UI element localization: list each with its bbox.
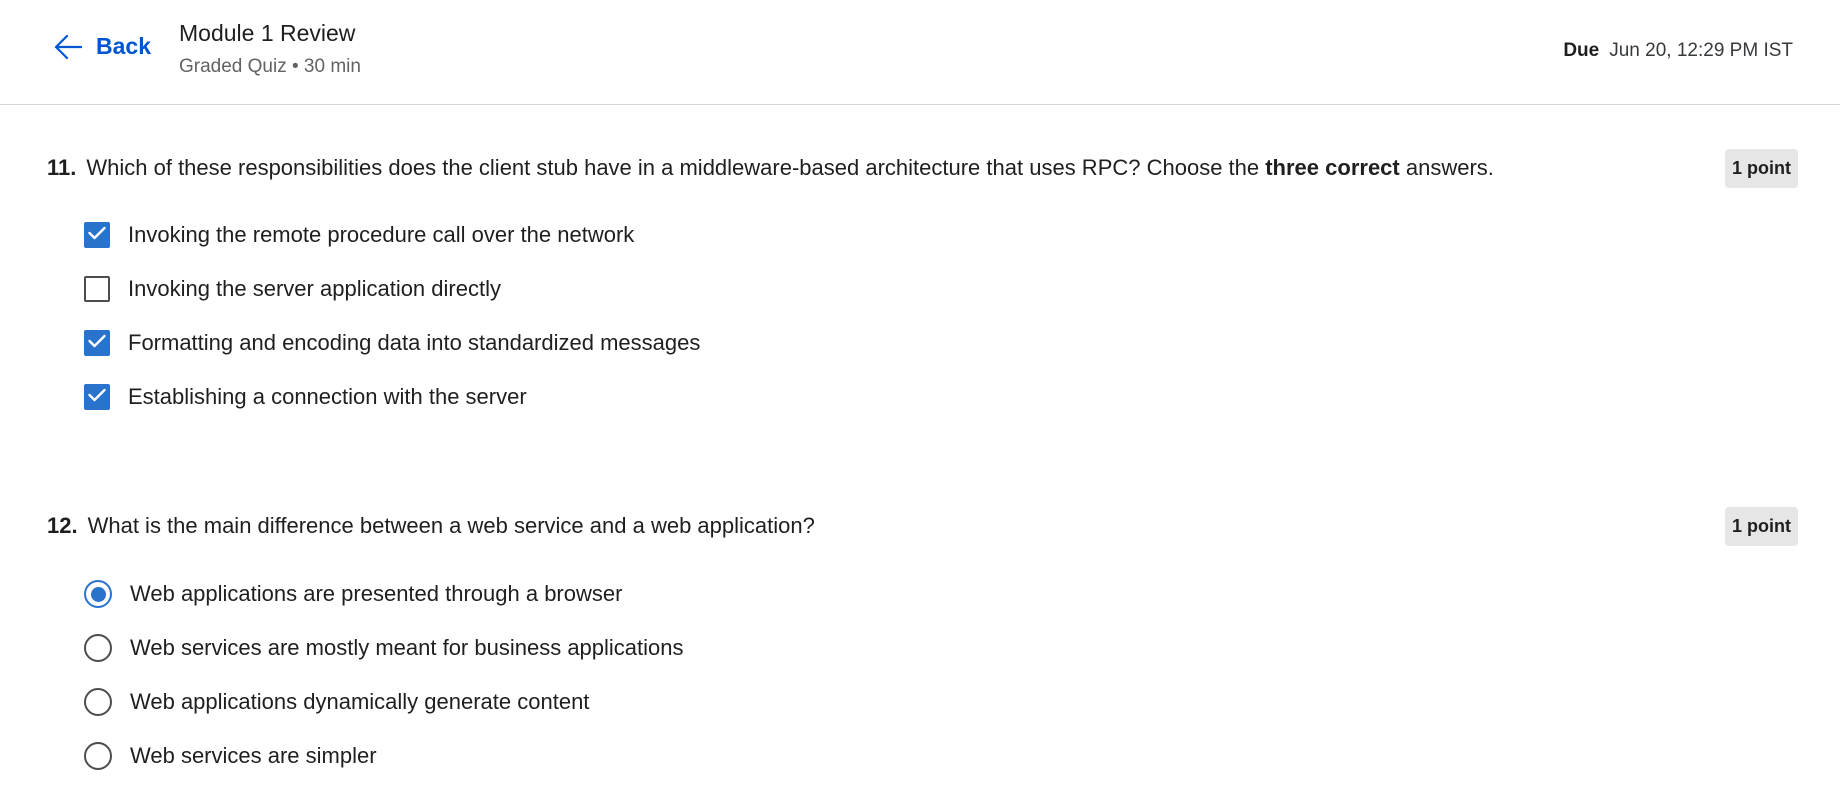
radio-unselected[interactable] — [84, 634, 112, 662]
option-label: Web services are mostly meant for busine… — [130, 635, 684, 660]
answer-option-checkbox[interactable]: Invoking the remote procedure call over … — [84, 220, 634, 250]
due-label: Due — [1563, 40, 1600, 61]
answer-option-radio[interactable]: Web applications are presented through a… — [84, 579, 622, 609]
radio-unselected[interactable] — [84, 688, 112, 716]
checkbox-checked[interactable] — [84, 222, 110, 248]
answer-option-checkbox[interactable]: Establishing a connection with the serve… — [84, 382, 527, 412]
question-number: 11. — [47, 155, 77, 180]
checkmark-icon — [88, 226, 106, 245]
question-text-emphasis: three correct — [1265, 155, 1400, 180]
question-prompt: 11. Which of these responsibilities does … — [47, 155, 1494, 181]
radio-dot — [90, 586, 106, 602]
question-number: 12. — [47, 513, 78, 538]
back-label: Back — [96, 33, 151, 59]
points-badge: 1 point — [1725, 507, 1798, 546]
option-label: Web applications are presented through a… — [130, 581, 623, 606]
radio-unselected[interactable] — [84, 742, 112, 770]
answer-option-radio[interactable]: Web services are simpler — [84, 741, 377, 771]
answer-option-checkbox[interactable]: Invoking the server application directly — [84, 274, 501, 304]
due-value: Jun 20, 12:29 PM IST — [1609, 40, 1793, 61]
answer-option-radio[interactable]: Web services are mostly meant for busine… — [84, 633, 684, 663]
question-text-part: answers. — [1399, 155, 1494, 180]
points-badge: 1 point — [1725, 149, 1798, 188]
checkbox-checked[interactable] — [84, 384, 110, 410]
question-prompt: 12. What is the main difference between a… — [47, 513, 815, 539]
page-title: Module 1 Review — [179, 20, 356, 46]
checkbox-checked[interactable] — [84, 330, 110, 356]
checkbox-unchecked[interactable] — [84, 276, 110, 302]
option-label: Establishing a connection with the serve… — [128, 384, 527, 409]
option-label: Web services are simpler — [130, 743, 377, 768]
option-label: Invoking the server application directly — [128, 276, 501, 301]
option-label: Invoking the remote procedure call over … — [128, 222, 635, 247]
back-button[interactable]: Back — [54, 33, 151, 60]
arrow-left-icon — [54, 34, 82, 60]
option-label: Web applications dynamically generate co… — [130, 689, 590, 714]
answer-option-checkbox[interactable]: Formatting and encoding data into standa… — [84, 328, 700, 358]
answer-option-radio[interactable]: Web applications dynamically generate co… — [84, 687, 589, 717]
question-text-part: Which of these responsibilities does the… — [86, 155, 1266, 180]
radio-selected[interactable] — [84, 580, 112, 608]
checkmark-icon — [88, 388, 106, 407]
quiz-header: Back Module 1 Review Graded Quiz • 30 mi… — [0, 0, 1840, 105]
option-label: Formatting and encoding data into standa… — [128, 330, 701, 355]
question-text: What is the main difference between a we… — [87, 513, 815, 538]
quiz-meta: Graded Quiz • 30 min — [179, 56, 361, 77]
question-text: Which of these responsibilities does the… — [86, 155, 1494, 180]
checkmark-icon — [88, 334, 106, 353]
due-date: Due Jun 20, 12:29 PM IST — [1563, 40, 1793, 62]
